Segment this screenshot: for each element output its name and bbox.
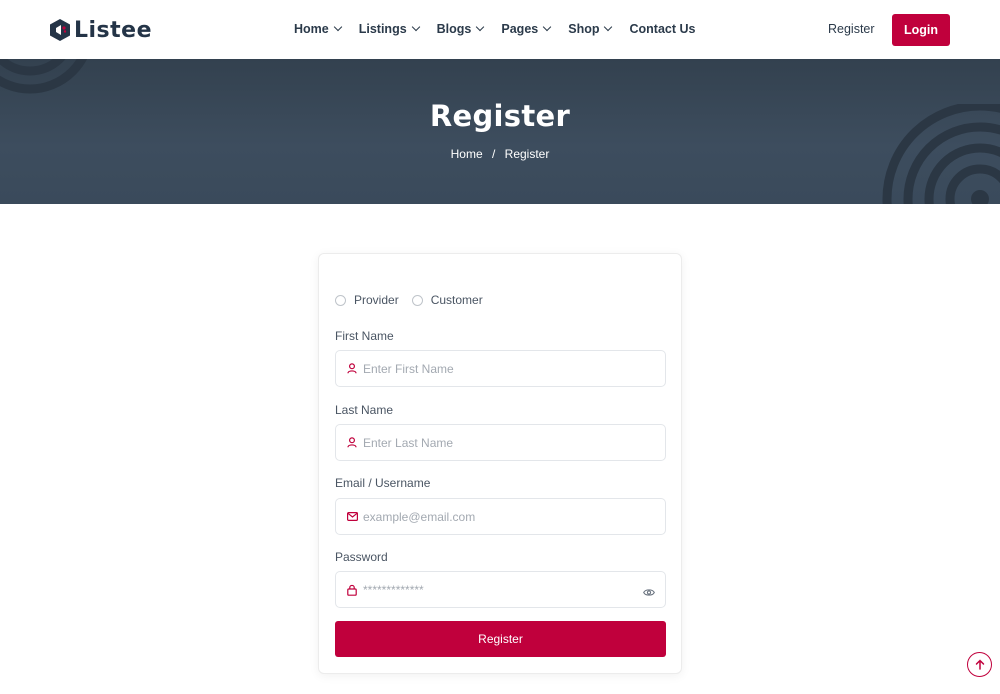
breadcrumb-home-link[interactable]: Home bbox=[451, 147, 483, 161]
site-header: Listee Home Listings Blogs Pages Shop Co… bbox=[0, 0, 1000, 59]
header-register-link[interactable]: Register bbox=[828, 22, 875, 36]
nav-label: Listings bbox=[358, 22, 407, 36]
nav-item-home[interactable]: Home bbox=[294, 22, 342, 36]
nav-label: Blogs bbox=[436, 22, 472, 36]
nav-label: Shop bbox=[568, 22, 600, 36]
mail-icon bbox=[346, 511, 358, 523]
nav-item-contact-us[interactable]: Contact Us bbox=[629, 22, 695, 36]
radio-circle[interactable] bbox=[335, 294, 346, 306]
radio-label: Provider bbox=[354, 293, 399, 307]
chevron-down-icon bbox=[542, 22, 552, 32]
password-input[interactable] bbox=[363, 582, 623, 597]
breadcrumb: Home / Register bbox=[0, 147, 1000, 161]
nav-item-blogs[interactable]: Blogs bbox=[436, 22, 485, 36]
email-field[interactable] bbox=[335, 498, 666, 535]
chevron-down-icon bbox=[333, 22, 342, 32]
logo[interactable]: Listee bbox=[49, 16, 152, 44]
chevron-down-icon bbox=[476, 22, 485, 32]
last-name-label: Last Name bbox=[335, 403, 394, 417]
nav-item-shop[interactable]: Shop bbox=[568, 22, 613, 36]
header-login-button[interactable]: Login bbox=[892, 14, 950, 46]
role-radio-group: Provider Customer bbox=[335, 293, 496, 307]
register-card: Provider Customer First Name Last Name E… bbox=[318, 253, 682, 674]
user-icon bbox=[346, 437, 358, 449]
breadcrumb-separator: / bbox=[491, 147, 496, 161]
chevron-down-icon bbox=[604, 22, 613, 32]
logo-text: Listee bbox=[74, 17, 153, 43]
arrow-up-icon bbox=[975, 659, 984, 670]
scroll-to-top-button[interactable] bbox=[967, 652, 992, 677]
show-password-eye-icon[interactable] bbox=[643, 584, 655, 602]
password-label: Password bbox=[335, 550, 388, 564]
user-icon bbox=[346, 363, 358, 375]
lock-icon bbox=[346, 584, 358, 596]
role-radio-provider[interactable]: Provider bbox=[335, 293, 399, 307]
breadcrumb-current: Register bbox=[504, 147, 550, 161]
nav-label: Home bbox=[294, 22, 329, 36]
chevron-down-icon bbox=[411, 22, 420, 32]
email-input[interactable] bbox=[363, 509, 623, 524]
first-name-input[interactable] bbox=[363, 361, 623, 376]
first-name-label: First Name bbox=[335, 329, 394, 343]
first-name-field[interactable] bbox=[335, 350, 666, 387]
nav-item-listings[interactable]: Listings bbox=[358, 22, 420, 36]
page-title: Register bbox=[429, 99, 571, 133]
radio-label: Customer bbox=[430, 293, 483, 307]
nav-item-pages[interactable]: Pages bbox=[501, 22, 552, 36]
last-name-input[interactable] bbox=[363, 435, 623, 450]
radio-circle[interactable] bbox=[411, 294, 423, 306]
nav-label: Contact Us bbox=[629, 22, 696, 36]
email-label: Email / Username bbox=[335, 476, 431, 490]
last-name-field[interactable] bbox=[335, 424, 666, 461]
register-submit-button[interactable]: Register bbox=[335, 621, 666, 657]
role-radio-customer[interactable]: Customer bbox=[411, 293, 483, 307]
main-nav: Home Listings Blogs Pages Shop Contact U… bbox=[294, 22, 713, 36]
logo-mark-icon bbox=[50, 19, 70, 41]
password-field[interactable] bbox=[335, 571, 666, 608]
page: Listee Home Listings Blogs Pages Shop Co… bbox=[0, 0, 1000, 694]
page-banner: Register Home / Register bbox=[0, 59, 1000, 204]
nav-label: Pages bbox=[501, 22, 539, 36]
